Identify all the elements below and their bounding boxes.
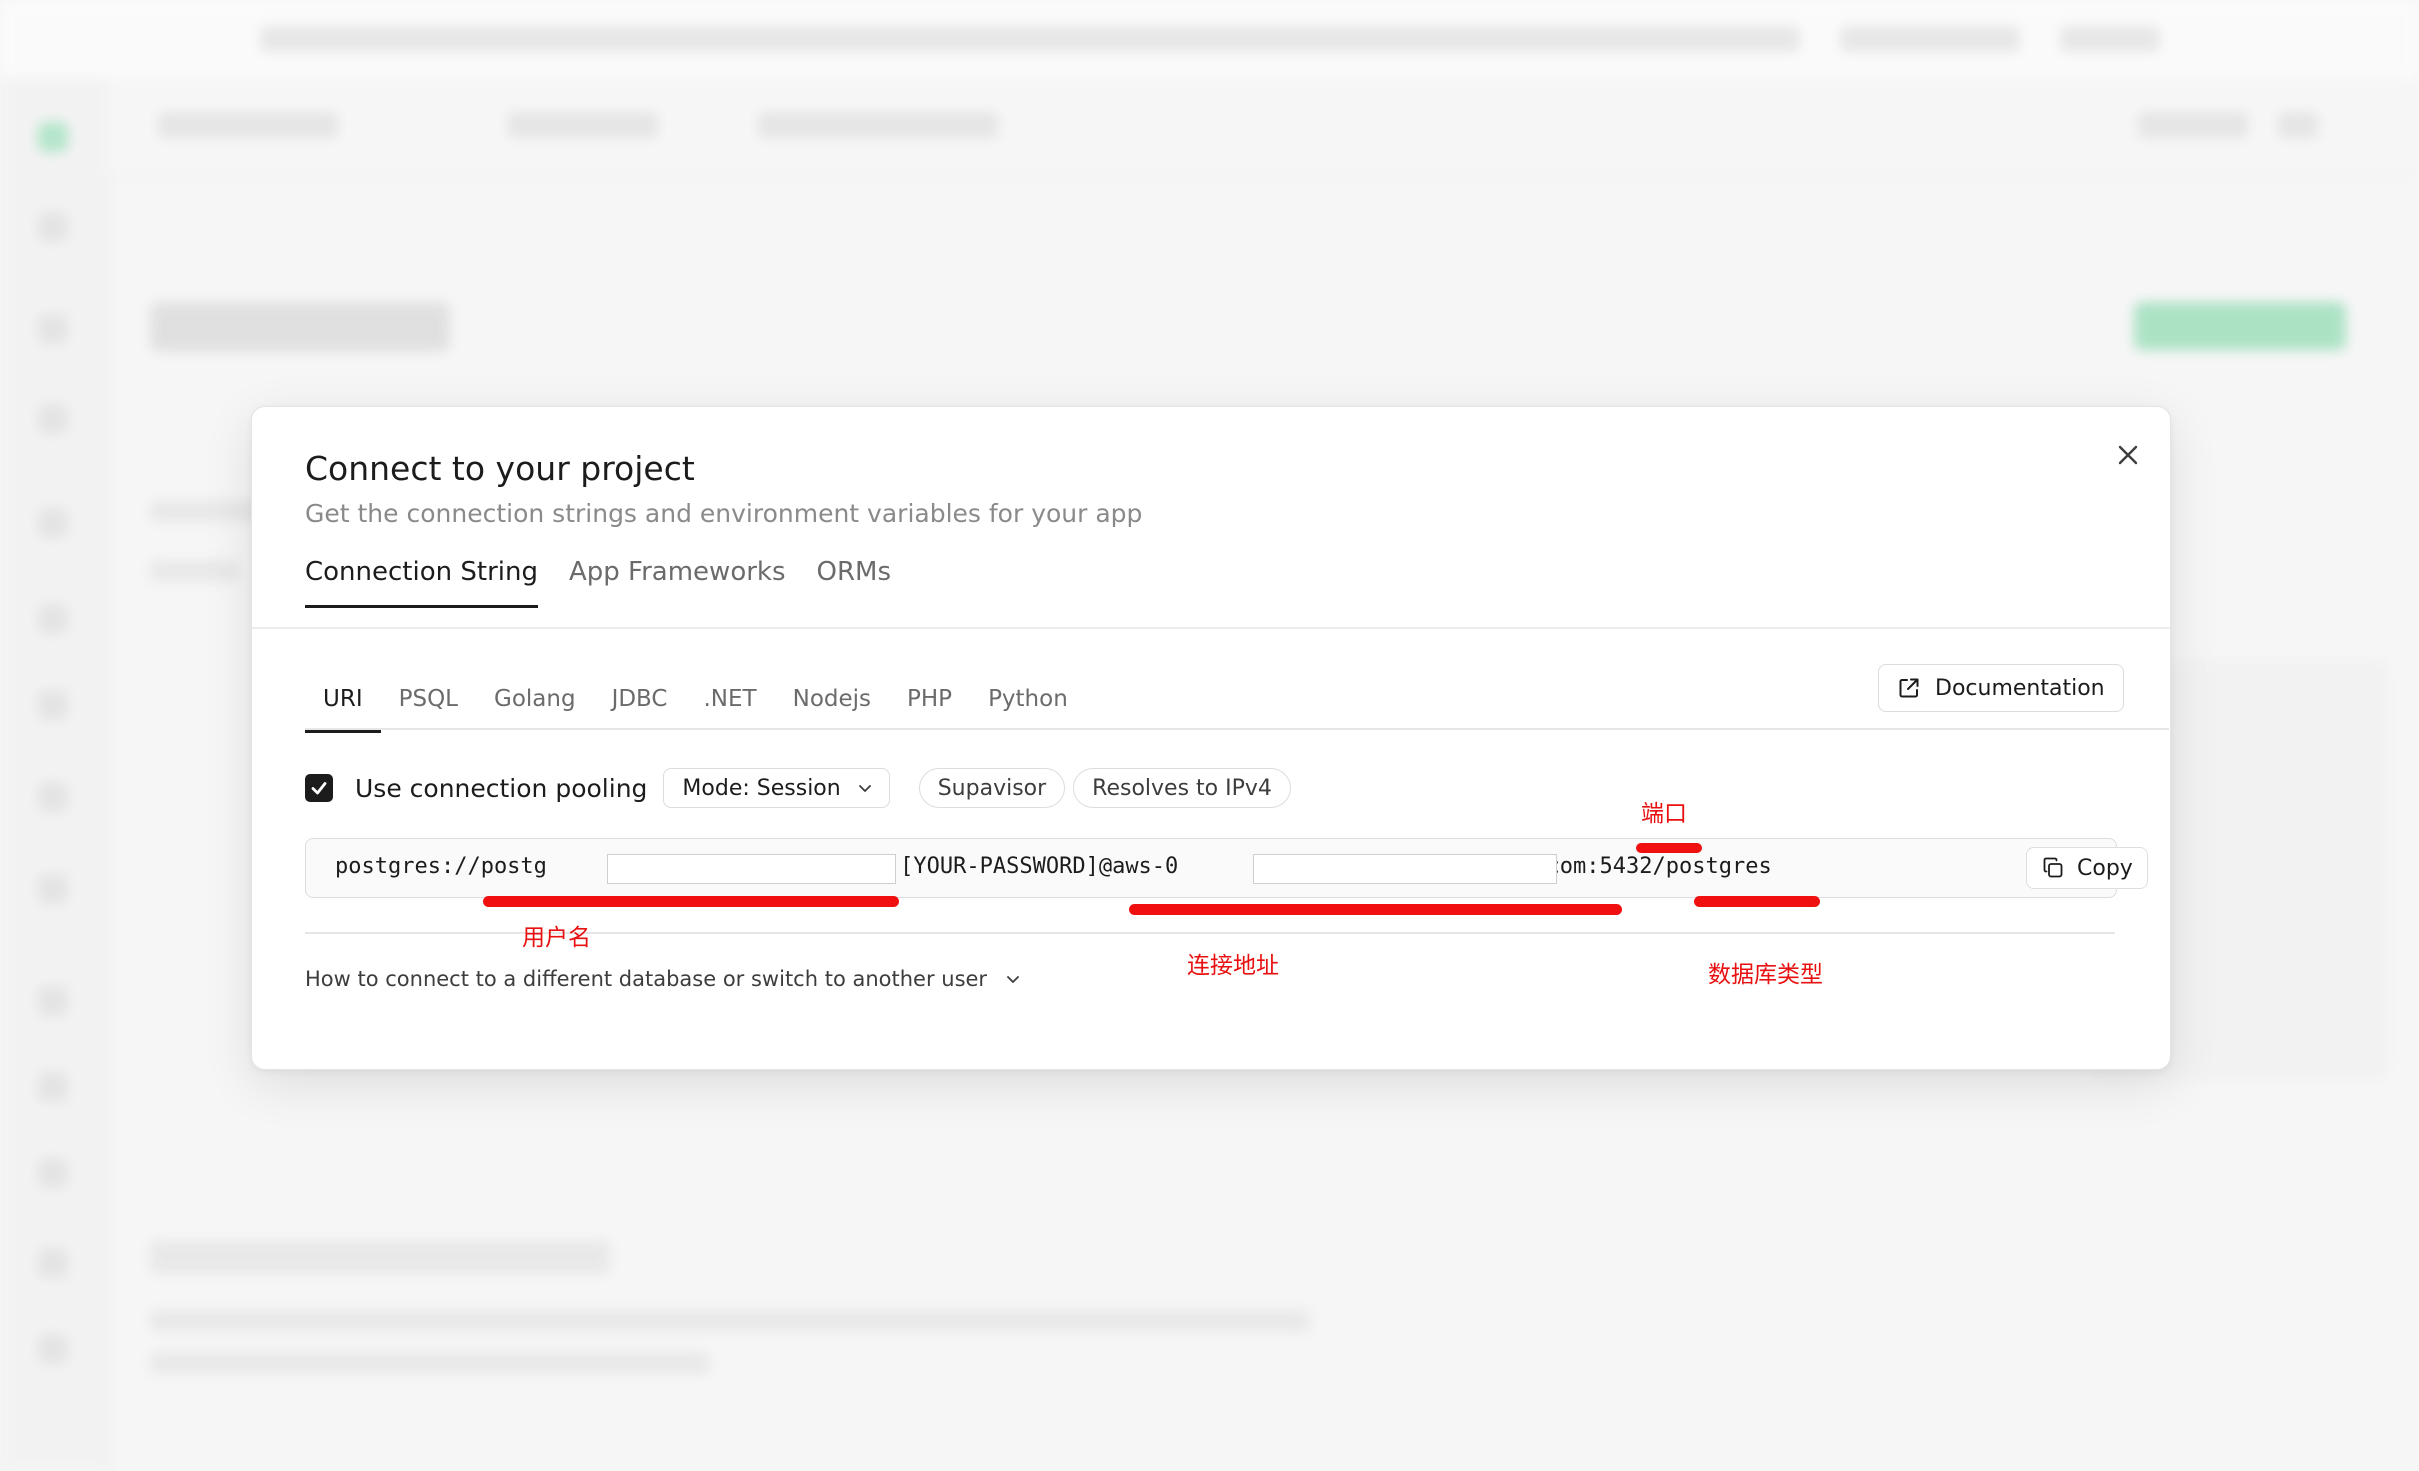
annotation-port: 端口 bbox=[1641, 801, 1687, 827]
annotation-database-underline bbox=[1694, 896, 1820, 907]
background-banner bbox=[0, 0, 2419, 78]
main-tabs: Connection String App Frameworks ORMs bbox=[305, 557, 891, 608]
pooling-row: Use connection pooling Mode: Session Sup… bbox=[305, 768, 1291, 808]
annotation-host-underline bbox=[1129, 904, 1622, 915]
sub-tabs: URI PSQL Golang JDBC .NET Nodejs PHP Pyt… bbox=[305, 686, 1086, 733]
uri-part-prefix: postgres://postg bbox=[335, 854, 547, 879]
subtab-php[interactable]: PHP bbox=[889, 686, 970, 733]
subtabs-divider bbox=[305, 728, 2169, 730]
documentation-button[interactable]: Documentation bbox=[1878, 664, 2124, 712]
redacted-host bbox=[1253, 854, 1557, 884]
subtab-golang[interactable]: Golang bbox=[476, 686, 594, 733]
different-database-toggle[interactable]: How to connect to a different database o… bbox=[305, 967, 1021, 991]
close-icon bbox=[2118, 445, 2138, 465]
subtab-psql[interactable]: PSQL bbox=[381, 686, 476, 733]
copy-label: Copy bbox=[2077, 855, 2133, 881]
tab-connection-string[interactable]: Connection String bbox=[305, 557, 538, 608]
chevron-down-icon bbox=[858, 785, 871, 792]
different-database-label: How to connect to a different database o… bbox=[305, 967, 988, 991]
modal-subtitle: Get the connection strings and environme… bbox=[305, 499, 1143, 528]
chevron-down-icon bbox=[1007, 976, 1019, 983]
redacted-username bbox=[607, 854, 896, 884]
documentation-label: Documentation bbox=[1935, 675, 2105, 701]
connection-uri-box[interactable]: postgres://postg qnwz:[YOUR-PASSWORD]@aws… bbox=[305, 838, 2148, 898]
mode-select[interactable]: Mode: Session bbox=[663, 768, 890, 808]
background-sidebar bbox=[0, 78, 110, 1471]
annotation-host: 连接地址 bbox=[1187, 953, 1279, 979]
external-link-icon bbox=[1899, 678, 1919, 698]
background-topnav bbox=[108, 78, 2419, 176]
copy-button[interactable]: Copy bbox=[2026, 847, 2148, 889]
annotation-port-underline bbox=[1636, 843, 1702, 853]
copy-icon bbox=[2043, 857, 2063, 878]
subtab-uri[interactable]: URI bbox=[305, 686, 381, 733]
annotation-database: 数据库类型 bbox=[1708, 962, 1823, 988]
annotation-username-underline bbox=[483, 896, 899, 907]
mode-select-value: Mode: Session bbox=[682, 775, 841, 801]
tab-app-frameworks[interactable]: App Frameworks bbox=[569, 557, 786, 608]
annotation-username: 用户名 bbox=[522, 925, 591, 951]
subtab-dotnet[interactable]: .NET bbox=[686, 686, 775, 733]
close-button[interactable] bbox=[2106, 433, 2150, 477]
background-title bbox=[150, 302, 450, 352]
tabs-divider bbox=[252, 627, 2170, 629]
tab-orms[interactable]: ORMs bbox=[817, 557, 892, 608]
supavisor-badge: Supavisor bbox=[918, 768, 1066, 808]
background-green-button bbox=[2134, 302, 2346, 350]
checkmark-icon bbox=[311, 782, 327, 795]
subtab-jdbc[interactable]: JDBC bbox=[594, 686, 686, 733]
pooling-checkbox[interactable] bbox=[305, 774, 333, 802]
pooling-label: Use connection pooling bbox=[355, 773, 648, 803]
modal-title: Connect to your project bbox=[305, 449, 695, 488]
ipv4-badge: Resolves to IPv4 bbox=[1073, 768, 1291, 808]
subtab-python[interactable]: Python bbox=[970, 686, 1086, 733]
subtab-nodejs[interactable]: Nodejs bbox=[775, 686, 889, 733]
